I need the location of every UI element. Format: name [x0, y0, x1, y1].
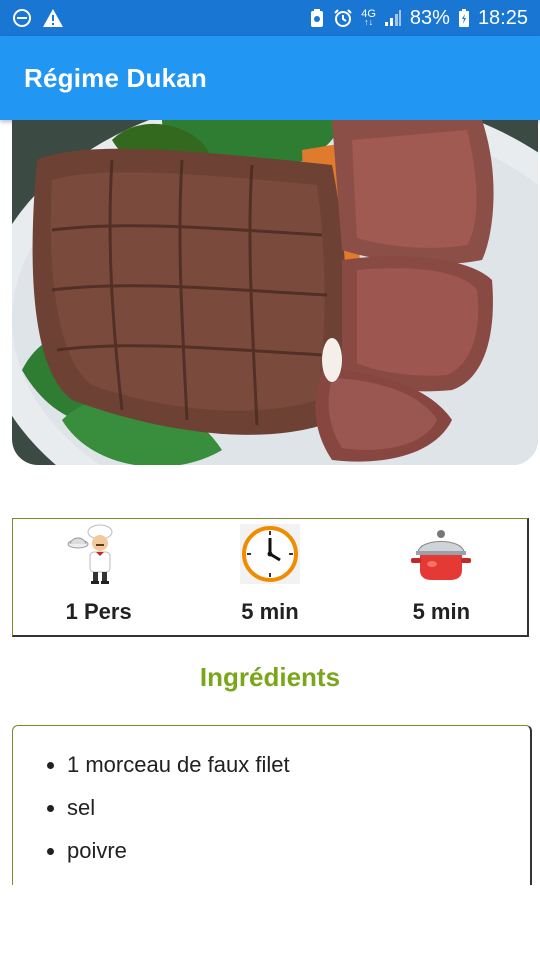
- list-item: poivre: [47, 836, 530, 879]
- roast-beef-photo: [12, 120, 538, 465]
- list-item: sel: [47, 793, 530, 836]
- app-bar: Régime Dukan: [0, 36, 540, 120]
- warning-icon: [42, 8, 64, 28]
- cook-time-info: 5 min: [356, 519, 527, 635]
- cooking-pot-icon: [410, 521, 472, 587]
- battery-percent: 83%: [409, 6, 450, 29]
- signal-icon: [384, 9, 402, 27]
- ingredients-list: 1 morceau de faux filet sel poivre: [13, 726, 530, 879]
- recipe-photo: [12, 120, 538, 465]
- status-left: [12, 8, 64, 28]
- servings-value: 1 Pers: [65, 599, 132, 624]
- status-bar: 4G ↑↓ 83% 18:25: [0, 0, 540, 36]
- status-right: 4G ↑↓ 83% 18:25: [309, 7, 528, 30]
- servings-info: 1 Pers: [13, 519, 184, 635]
- clock-time: 18:25: [477, 6, 528, 29]
- chef-icon: [66, 521, 132, 587]
- battery-saver-icon: [309, 8, 325, 28]
- app-title: Régime Dukan: [24, 62, 208, 93]
- do-not-disturb-icon: [12, 8, 32, 28]
- alarm-icon: [333, 8, 353, 28]
- battery-icon: [458, 8, 470, 28]
- ingredients-card: 1 morceau de faux filet sel poivre: [12, 725, 532, 885]
- cook-time-value: 5 min: [412, 599, 471, 624]
- list-item: 1 morceau de faux filet: [47, 750, 530, 793]
- prep-time-info: 5 min: [184, 519, 355, 635]
- clock-icon: [239, 521, 300, 587]
- network-4g-icon: 4G ↑↓: [361, 8, 376, 27]
- recipe-info-card: 1 Pers 5 min 5 min: [12, 518, 529, 637]
- ingredients-title: Ingrédients: [199, 662, 341, 692]
- prep-time-value: 5 min: [241, 599, 299, 624]
